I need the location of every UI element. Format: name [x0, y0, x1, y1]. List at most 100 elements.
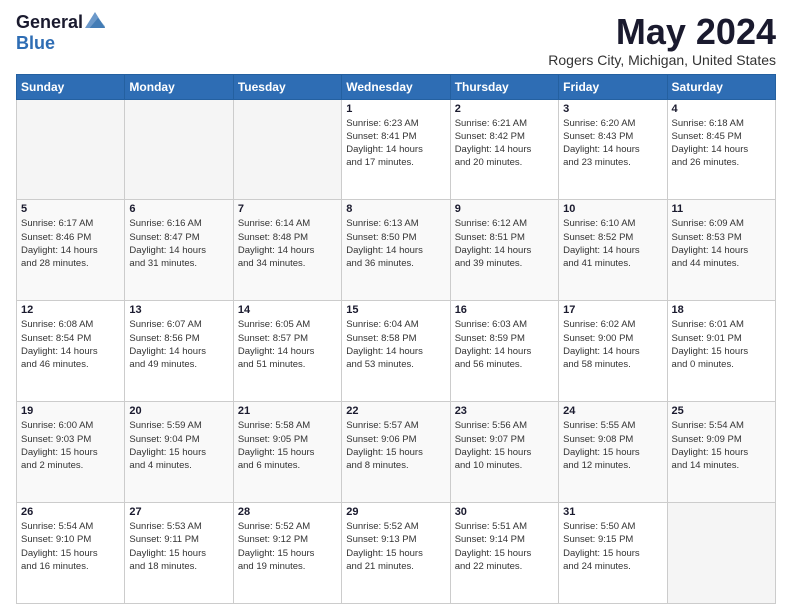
- day-number: 23: [455, 405, 554, 417]
- day-info: Sunrise: 6:07 AM Sunset: 8:56 PM Dayligh…: [129, 318, 228, 371]
- day-number: 6: [129, 203, 228, 215]
- day-info: Sunrise: 6:12 AM Sunset: 8:51 PM Dayligh…: [455, 217, 554, 270]
- day-number: 28: [238, 506, 337, 518]
- logo-general-text: General: [16, 12, 83, 33]
- calendar-week-5: 26 Sunrise: 5:54 AM Sunset: 9:10 PM Dayli…: [17, 503, 776, 604]
- table-row: 28 Sunrise: 5:52 AM Sunset: 9:12 PM Dayli…: [233, 503, 341, 604]
- day-number: 3: [563, 103, 662, 115]
- table-row: [125, 99, 233, 200]
- day-number: 16: [455, 304, 554, 316]
- table-row: 11Sunrise: 6:09 AM Sunset: 8:53 PM Dayli…: [667, 200, 775, 301]
- day-info: Sunrise: 6:14 AM Sunset: 8:48 PM Dayligh…: [238, 217, 337, 270]
- day-info: Sunrise: 6:20 AM Sunset: 8:43 PM Dayligh…: [563, 117, 662, 170]
- day-info: Sunrise: 6:21 AM Sunset: 8:42 PM Dayligh…: [455, 117, 554, 170]
- logo-icon: [85, 12, 105, 28]
- day-info: Sunrise: 6:16 AM Sunset: 8:47 PM Dayligh…: [129, 217, 228, 270]
- calendar-week-1: 1 Sunrise: 6:23 AM Sunset: 8:41 PM Daylig…: [17, 99, 776, 200]
- day-number: 30: [455, 506, 554, 518]
- table-row: 17 Sunrise: 6:02 AM Sunset: 9:00 PM Dayli…: [559, 301, 667, 402]
- day-info: Sunrise: 5:56 AM Sunset: 9:07 PM Dayligh…: [455, 419, 554, 472]
- table-row: 13Sunrise: 6:07 AM Sunset: 8:56 PM Dayli…: [125, 301, 233, 402]
- day-info: Sunrise: 5:55 AM Sunset: 9:08 PM Dayligh…: [563, 419, 662, 472]
- table-row: 12 Sunrise: 6:08 AM Sunset: 8:54 PM Dayli…: [17, 301, 125, 402]
- header: General Blue May 2024 Rogers City, Michi…: [16, 12, 776, 68]
- day-number: 20: [129, 405, 228, 417]
- day-number: 26: [21, 506, 120, 518]
- calendar-header-row: Sunday Monday Tuesday Wednesday Thursday…: [17, 74, 776, 99]
- table-row: 30Sunrise: 5:51 AM Sunset: 9:14 PM Dayli…: [450, 503, 558, 604]
- day-number: 22: [346, 405, 445, 417]
- day-number: 17: [563, 304, 662, 316]
- table-row: 3 Sunrise: 6:20 AM Sunset: 8:43 PM Daylig…: [559, 99, 667, 200]
- table-row: 8Sunrise: 6:13 AM Sunset: 8:50 PM Daylig…: [342, 200, 450, 301]
- table-row: 18 Sunrise: 6:01 AM Sunset: 9:01 PM Dayli…: [667, 301, 775, 402]
- calendar-table: Sunday Monday Tuesday Wednesday Thursday…: [16, 74, 776, 604]
- table-row: 2 Sunrise: 6:21 AM Sunset: 8:42 PM Daylig…: [450, 99, 558, 200]
- day-number: 19: [21, 405, 120, 417]
- table-row: 15 Sunrise: 6:04 AM Sunset: 8:58 PM Dayli…: [342, 301, 450, 402]
- day-number: 12: [21, 304, 120, 316]
- title-block: May 2024 Rogers City, Michigan, United S…: [548, 12, 776, 68]
- calendar-week-2: 5Sunrise: 6:17 AM Sunset: 8:46 PM Daylig…: [17, 200, 776, 301]
- table-row: 10 Sunrise: 6:10 AM Sunset: 8:52 PM Dayli…: [559, 200, 667, 301]
- day-info: Sunrise: 5:52 AM Sunset: 9:13 PM Dayligh…: [346, 520, 445, 573]
- month-title: May 2024: [548, 12, 776, 52]
- table-row: 24 Sunrise: 5:55 AM Sunset: 9:08 PM Dayli…: [559, 402, 667, 503]
- table-row: 21 Sunrise: 5:58 AM Sunset: 9:05 PM Dayli…: [233, 402, 341, 503]
- day-info: Sunrise: 5:59 AM Sunset: 9:04 PM Dayligh…: [129, 419, 228, 472]
- day-number: 18: [672, 304, 771, 316]
- day-number: 21: [238, 405, 337, 417]
- day-number: 1: [346, 103, 445, 115]
- table-row: 22 Sunrise: 5:57 AM Sunset: 9:06 PM Dayli…: [342, 402, 450, 503]
- day-info: Sunrise: 6:23 AM Sunset: 8:41 PM Dayligh…: [346, 117, 445, 170]
- calendar-week-4: 19 Sunrise: 6:00 AM Sunset: 9:03 PM Dayli…: [17, 402, 776, 503]
- day-info: Sunrise: 6:09 AM Sunset: 8:53 PM Dayligh…: [672, 217, 771, 270]
- table-row: 9 Sunrise: 6:12 AM Sunset: 8:51 PM Daylig…: [450, 200, 558, 301]
- day-number: 8: [346, 203, 445, 215]
- day-number: 15: [346, 304, 445, 316]
- day-number: 24: [563, 405, 662, 417]
- day-info: Sunrise: 5:52 AM Sunset: 9:12 PM Dayligh…: [238, 520, 337, 573]
- day-info: Sunrise: 5:57 AM Sunset: 9:06 PM Dayligh…: [346, 419, 445, 472]
- table-row: 27Sunrise: 5:53 AM Sunset: 9:11 PM Dayli…: [125, 503, 233, 604]
- page: General Blue May 2024 Rogers City, Michi…: [0, 0, 792, 612]
- day-number: 27: [129, 506, 228, 518]
- day-info: Sunrise: 6:10 AM Sunset: 8:52 PM Dayligh…: [563, 217, 662, 270]
- day-info: Sunrise: 5:54 AM Sunset: 9:09 PM Dayligh…: [672, 419, 771, 472]
- header-friday: Friday: [559, 74, 667, 99]
- table-row: 23 Sunrise: 5:56 AM Sunset: 9:07 PM Dayli…: [450, 402, 558, 503]
- day-number: 7: [238, 203, 337, 215]
- day-number: 10: [563, 203, 662, 215]
- day-info: Sunrise: 6:01 AM Sunset: 9:01 PM Dayligh…: [672, 318, 771, 371]
- day-info: Sunrise: 6:04 AM Sunset: 8:58 PM Dayligh…: [346, 318, 445, 371]
- logo-blue-text: Blue: [16, 33, 55, 54]
- table-row: 5Sunrise: 6:17 AM Sunset: 8:46 PM Daylig…: [17, 200, 125, 301]
- day-number: 29: [346, 506, 445, 518]
- table-row: [667, 503, 775, 604]
- logo: General Blue: [16, 12, 105, 54]
- header-tuesday: Tuesday: [233, 74, 341, 99]
- day-number: 9: [455, 203, 554, 215]
- table-row: [233, 99, 341, 200]
- table-row: 16Sunrise: 6:03 AM Sunset: 8:59 PM Dayli…: [450, 301, 558, 402]
- table-row: 19 Sunrise: 6:00 AM Sunset: 9:03 PM Dayli…: [17, 402, 125, 503]
- day-info: Sunrise: 6:08 AM Sunset: 8:54 PM Dayligh…: [21, 318, 120, 371]
- table-row: 25 Sunrise: 5:54 AM Sunset: 9:09 PM Dayli…: [667, 402, 775, 503]
- day-info: Sunrise: 5:58 AM Sunset: 9:05 PM Dayligh…: [238, 419, 337, 472]
- day-number: 31: [563, 506, 662, 518]
- day-number: 2: [455, 103, 554, 115]
- header-wednesday: Wednesday: [342, 74, 450, 99]
- table-row: 20 Sunrise: 5:59 AM Sunset: 9:04 PM Dayli…: [125, 402, 233, 503]
- header-thursday: Thursday: [450, 74, 558, 99]
- day-info: Sunrise: 5:54 AM Sunset: 9:10 PM Dayligh…: [21, 520, 120, 573]
- day-info: Sunrise: 6:00 AM Sunset: 9:03 PM Dayligh…: [21, 419, 120, 472]
- header-monday: Monday: [125, 74, 233, 99]
- day-info: Sunrise: 6:02 AM Sunset: 9:00 PM Dayligh…: [563, 318, 662, 371]
- day-info: Sunrise: 5:50 AM Sunset: 9:15 PM Dayligh…: [563, 520, 662, 573]
- day-number: 25: [672, 405, 771, 417]
- table-row: 4Sunrise: 6:18 AM Sunset: 8:45 PM Daylig…: [667, 99, 775, 200]
- table-row: 14Sunrise: 6:05 AM Sunset: 8:57 PM Dayli…: [233, 301, 341, 402]
- table-row: 1 Sunrise: 6:23 AM Sunset: 8:41 PM Daylig…: [342, 99, 450, 200]
- table-row: 26 Sunrise: 5:54 AM Sunset: 9:10 PM Dayli…: [17, 503, 125, 604]
- table-row: 6 Sunrise: 6:16 AM Sunset: 8:47 PM Daylig…: [125, 200, 233, 301]
